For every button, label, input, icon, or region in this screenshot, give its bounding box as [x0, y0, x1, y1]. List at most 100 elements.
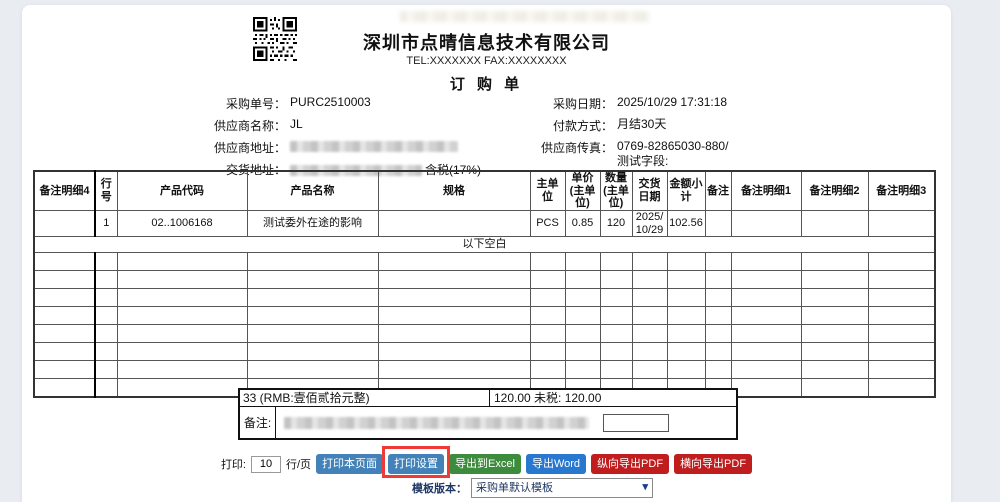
supplier-address-row: 供应商地址： — [200, 139, 490, 156]
table-cell — [95, 361, 117, 379]
table-cell — [667, 271, 705, 289]
table-cell — [632, 361, 667, 379]
table-cell — [378, 343, 530, 361]
table-cell — [378, 289, 530, 307]
table-cell — [117, 289, 247, 307]
blank-below-note: 以下空白 — [34, 237, 935, 253]
table-cell — [378, 325, 530, 343]
table-cell — [801, 253, 868, 271]
table-cell: 120 — [600, 210, 632, 236]
table-cell — [801, 379, 868, 397]
table-cell — [95, 325, 117, 343]
export-word-button[interactable]: 导出Word — [526, 454, 586, 474]
print-settings-button[interactable]: 打印设置 — [388, 454, 444, 474]
table-cell — [868, 343, 935, 361]
table-cell — [600, 253, 632, 271]
table-cell — [95, 379, 117, 397]
print-page-button[interactable]: 打印本页面 — [316, 454, 383, 474]
table-cell — [731, 271, 801, 289]
table-cell — [667, 343, 705, 361]
supplier-name-row: 供应商名称： JL — [200, 117, 490, 134]
supplier-address-label: 供应商地址： — [200, 139, 286, 156]
po-date-label: 采购日期： — [527, 95, 613, 112]
redacted-supplier-address — [290, 141, 458, 152]
table-cell — [600, 289, 632, 307]
table-cell: 2025/10/29 — [632, 210, 667, 236]
table-row: 102..1006168测试委外在途的影响PCS0.851202025/10/2… — [34, 210, 935, 236]
table-cell — [632, 289, 667, 307]
table-cell — [565, 325, 600, 343]
table-cell — [95, 289, 117, 307]
table-cell — [801, 343, 868, 361]
empty-table-row — [34, 343, 935, 361]
column-header: 规格 — [378, 171, 530, 210]
table-cell — [667, 325, 705, 343]
po-date-row: 采购日期： 2025/10/29 17:31:18 — [527, 95, 767, 112]
table-cell — [247, 343, 378, 361]
table-cell — [868, 210, 935, 236]
column-header: 备注明细4 — [34, 171, 95, 210]
total-amount-text: 120.00 未税: 120.00 — [490, 390, 736, 406]
table-cell — [632, 271, 667, 289]
table-cell — [868, 253, 935, 271]
table-cell — [731, 343, 801, 361]
export-excel-button[interactable]: 导出到Excel — [449, 454, 521, 474]
table-cell — [731, 210, 801, 236]
table-cell — [95, 271, 117, 289]
table-cell — [95, 343, 117, 361]
template-version-select[interactable]: 采购单默认模板 — [471, 478, 653, 498]
table-cell — [247, 325, 378, 343]
table-cell — [530, 271, 565, 289]
company-name: 深圳市点晴信息技术有限公司 — [22, 29, 951, 55]
po-date-value: 2025/10/29 17:31:18 — [617, 95, 735, 110]
rows-per-page-input[interactable] — [251, 456, 281, 473]
supplier-name-value: JL — [290, 117, 303, 131]
table-cell — [731, 361, 801, 379]
payment-terms-row: 付款方式： 月结30天 — [527, 117, 767, 134]
table-cell — [247, 307, 378, 325]
table-cell — [565, 289, 600, 307]
table-cell — [565, 361, 600, 379]
table-cell — [731, 307, 801, 325]
supplier-fax-row: 供应商传真： 0769-82865030-880/测试字段: — [527, 139, 767, 169]
print-label: 打印: — [221, 456, 246, 472]
table-cell — [378, 253, 530, 271]
table-cell — [600, 271, 632, 289]
table-cell — [34, 343, 95, 361]
print-preview-page: 深圳市点晴信息技术有限公司 TEL:XXXXXXX FAX:XXXXXXXX 订… — [22, 5, 951, 502]
table-cell — [731, 325, 801, 343]
export-pdf-portrait-button[interactable]: 纵向导出PDF — [591, 454, 669, 474]
table-cell — [247, 253, 378, 271]
table-cell — [600, 325, 632, 343]
annotated-button-wrap: 打印设置 — [388, 454, 444, 474]
column-header: 主单位 — [530, 171, 565, 210]
table-cell — [565, 253, 600, 271]
column-header: 备注明细1 — [731, 171, 801, 210]
table-cell — [34, 210, 95, 236]
table-cell — [378, 271, 530, 289]
po-number-value: PURC2510003 — [290, 95, 371, 109]
table-cell — [34, 253, 95, 271]
table-cell — [95, 253, 117, 271]
table-cell — [632, 343, 667, 361]
table-cell — [801, 307, 868, 325]
table-cell — [34, 379, 95, 397]
payment-terms-value: 月结30天 — [617, 117, 735, 132]
table-cell — [600, 343, 632, 361]
table-cell — [117, 307, 247, 325]
table-cell — [868, 289, 935, 307]
export-pdf-landscape-button[interactable]: 横向导出PDF — [674, 454, 752, 474]
payment-terms-label: 付款方式： — [527, 117, 613, 134]
totals-box: 33 (RMB:壹佰贰拾元整) 120.00 未税: 120.00 备注: — [238, 388, 738, 440]
table-cell — [705, 361, 731, 379]
table-cell — [34, 289, 95, 307]
remark-row: 备注: — [240, 407, 736, 438]
table-cell — [378, 361, 530, 379]
table-cell — [378, 210, 530, 236]
table-cell — [632, 325, 667, 343]
column-header: 行号 — [95, 171, 117, 210]
table-cell — [801, 271, 868, 289]
table-cell — [247, 361, 378, 379]
top-watermark-text — [400, 11, 650, 22]
table-cell: 102.56 — [667, 210, 705, 236]
